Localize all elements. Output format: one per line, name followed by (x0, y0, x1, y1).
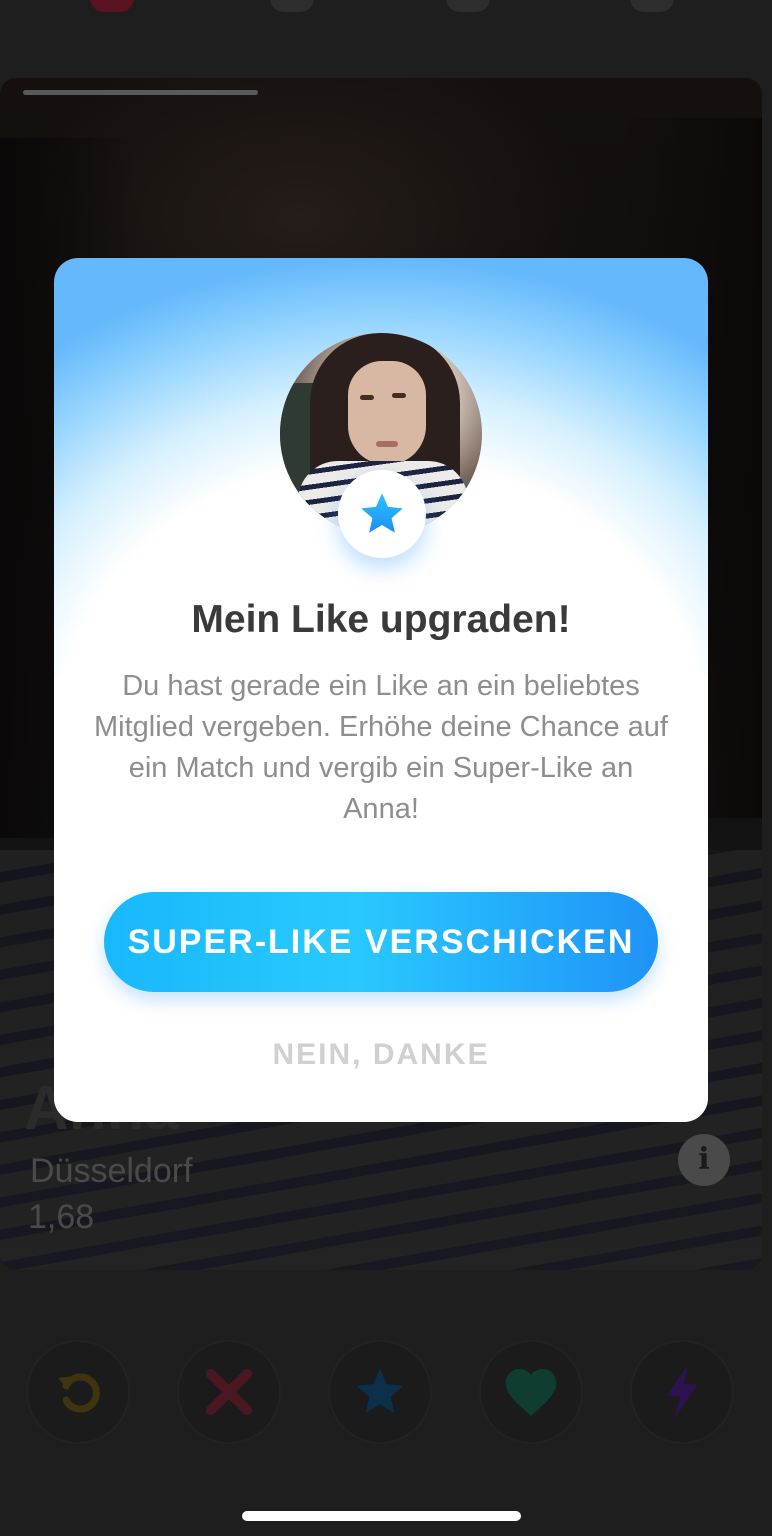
flame-icon[interactable] (90, 0, 134, 12)
rewind-icon (58, 1373, 100, 1413)
star-badge (338, 470, 426, 558)
profile-icon[interactable] (630, 0, 674, 12)
explore-icon[interactable] (270, 0, 314, 12)
heart-icon (505, 1369, 557, 1417)
star-icon (361, 493, 403, 533)
upgrade-like-modal: Mein Like upgraden! Du hast gerade ein L… (54, 258, 708, 1122)
top-nav (0, 0, 772, 60)
boost-button[interactable] (630, 1340, 734, 1444)
profile-city: Düsseldorf (30, 1152, 193, 1190)
chat-icon[interactable] (446, 0, 490, 12)
nope-button[interactable] (177, 1340, 281, 1444)
no-thanks-button[interactable]: NEIN, DANKE (54, 1038, 708, 1072)
rewind-button[interactable] (26, 1340, 130, 1444)
send-superlike-button[interactable]: SUPER-LIKE VERSCHICKEN (104, 892, 658, 992)
like-button[interactable] (479, 1340, 583, 1444)
close-icon (206, 1369, 252, 1415)
photo-progress-bar (23, 90, 258, 95)
modal-title: Mein Like upgraden! (191, 598, 571, 641)
bolt-icon (666, 1365, 698, 1419)
info-icon[interactable]: i (678, 1134, 730, 1186)
profile-height: 1,68 (28, 1198, 95, 1236)
star-icon (356, 1368, 404, 1413)
home-indicator[interactable] (242, 1511, 521, 1521)
modal-body-text: Du hast gerade ein Like an ein beliebtes… (94, 670, 668, 825)
superlike-button[interactable] (328, 1340, 432, 1444)
